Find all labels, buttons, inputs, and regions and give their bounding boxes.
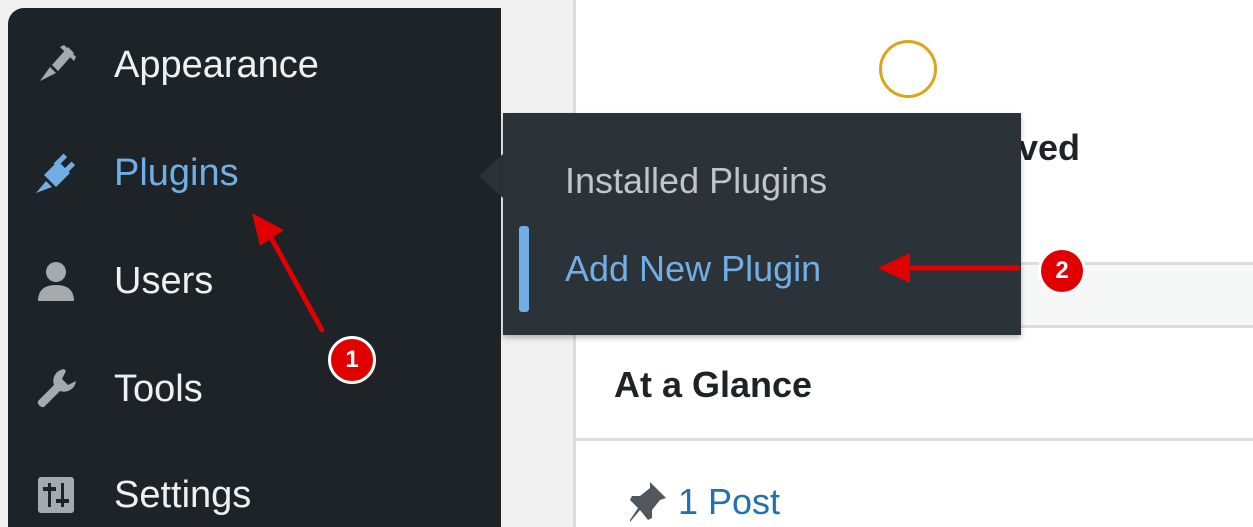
annotation-badge-1: 1 [328, 336, 376, 384]
arrow-step1-head [252, 213, 284, 246]
arrow-step1-line [265, 229, 325, 333]
annotation-badge-2: 2 [1038, 247, 1086, 295]
arrow-step2-head [878, 253, 910, 283]
